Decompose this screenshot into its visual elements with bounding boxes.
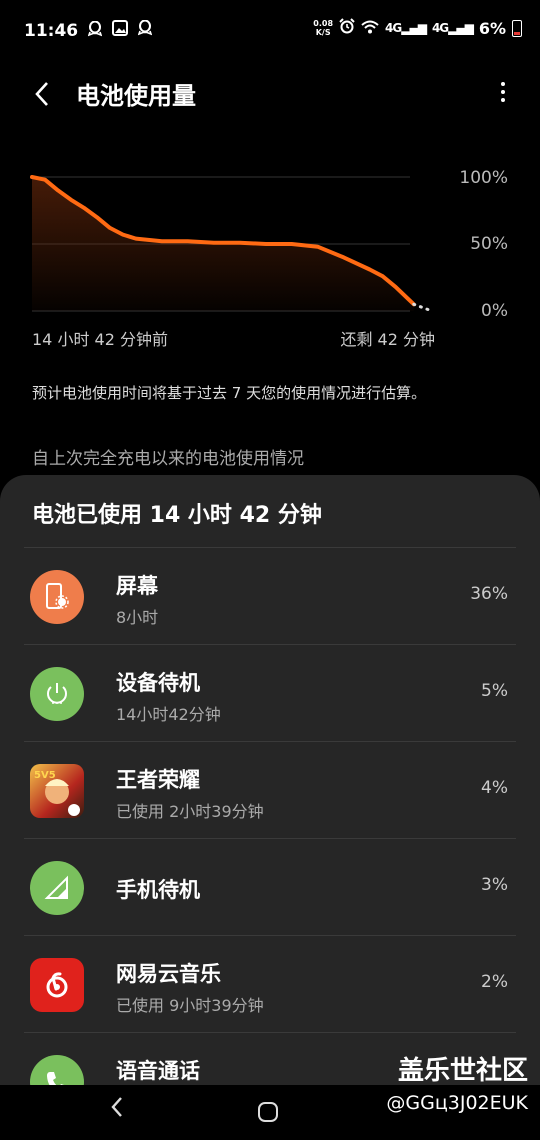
item-percent: 3% [481,875,508,895]
list-item-honor-of-kings[interactable]: 5V5 王者荣耀 已使用 2小时39分钟 4% [24,741,516,838]
list-item-netease-music[interactable]: 网易云音乐 已使用 9小时39分钟 2% [24,935,516,1032]
usage-title: 电池已使用 14 小时 42 分钟 [32,503,322,528]
item-name: 语音通话 [116,1059,200,1083]
estimate-note: 预计电池使用时间将基于过去 7 天您的使用情况进行估算。 [32,384,427,402]
net-speed: 0.08 K/S [313,19,334,37]
more-options-button[interactable] [492,76,514,108]
app-bar: 电池使用量 [0,64,540,120]
x-start-label: 14 小时 42 分钟前 [32,330,168,349]
signal-4g-icon-1: 4G▂▄▆ [385,21,427,35]
item-name: 王者荣耀 [116,768,200,792]
list-item-screen[interactable]: 屏幕 8小时 36% [24,547,516,644]
watermark-user: @GGц3J02EUK [386,1092,528,1114]
item-percent: 4% [481,778,508,798]
section-title: 自上次完全充电以来的电池使用情况 [32,449,304,469]
usage-list: 屏幕 8小时 36% 设备待机 14小时42分钟 5% 5V5 王者荣耀 已使用… [24,547,516,1085]
more-dot-icon [501,82,505,86]
back-arrow-icon [35,82,48,106]
battery-chart: 100% 50% 0% 14 小时 42 分钟前 还剩 42 分钟 [0,150,540,350]
nav-home-button[interactable] [258,1102,278,1122]
gallery-notification-icon [112,20,129,41]
screen-icon [30,570,84,624]
item-duration: 已使用 9小时39分钟 [116,996,264,1015]
y-tick-label-100: 100% [459,168,508,188]
usage-card: 电池已使用 14 小时 42 分钟 屏幕 8小时 36% 设备待机 14小时42… [0,475,540,1085]
projection-line [412,302,434,313]
item-duration: 8小时 [116,608,159,627]
wifi-icon [361,19,379,38]
watermark-title: 盖乐世社区 [397,1056,528,1086]
battery-percent: 6% [478,18,506,38]
item-name: 手机待机 [116,878,200,902]
svg-text:5V5: 5V5 [34,770,56,781]
y-tick-label-50: 50% [470,234,508,254]
game-icon: 5V5 [30,764,84,818]
item-percent: 5% [481,681,508,701]
more-dot-icon [501,98,505,102]
alarm-icon [339,18,355,38]
nav-back-icon [111,1097,122,1117]
item-duration: 14小时42分钟 [116,705,221,724]
signal-4g-icon-2: 4G▂▄▆ [431,21,474,35]
netease-music-icon [30,958,84,1012]
battery-icon [512,19,522,37]
status-time: 11:46 [24,20,79,41]
power-icon [30,667,84,721]
status-bar: 11:46 0.08 K/S 4G▂▄▆ 4G▂▄▆ 6% [0,0,540,64]
list-item-device-idle[interactable]: 设备待机 14小时42分钟 5% [24,644,516,741]
signal-icon [30,861,84,915]
item-name: 设备待机 [116,671,200,695]
qq-notification-icon [137,19,153,41]
item-duration: 已使用 2小时39分钟 [116,802,264,821]
item-percent: 2% [481,972,508,992]
item-percent: 36% [470,584,508,604]
phone-icon [30,1055,84,1085]
x-end-label: 还剩 42 分钟 [340,330,435,349]
y-tick-label-0: 0% [481,301,508,321]
back-button[interactable] [24,76,60,112]
item-name: 网易云音乐 [116,962,221,986]
page-title: 电池使用量 [76,82,196,110]
item-name: 屏幕 [116,574,158,598]
qq-notification-icon [87,20,103,41]
more-dot-icon [501,90,505,94]
nav-back-button[interactable] [110,1095,124,1125]
list-item-phone-idle[interactable]: 手机待机 3% [24,838,516,935]
